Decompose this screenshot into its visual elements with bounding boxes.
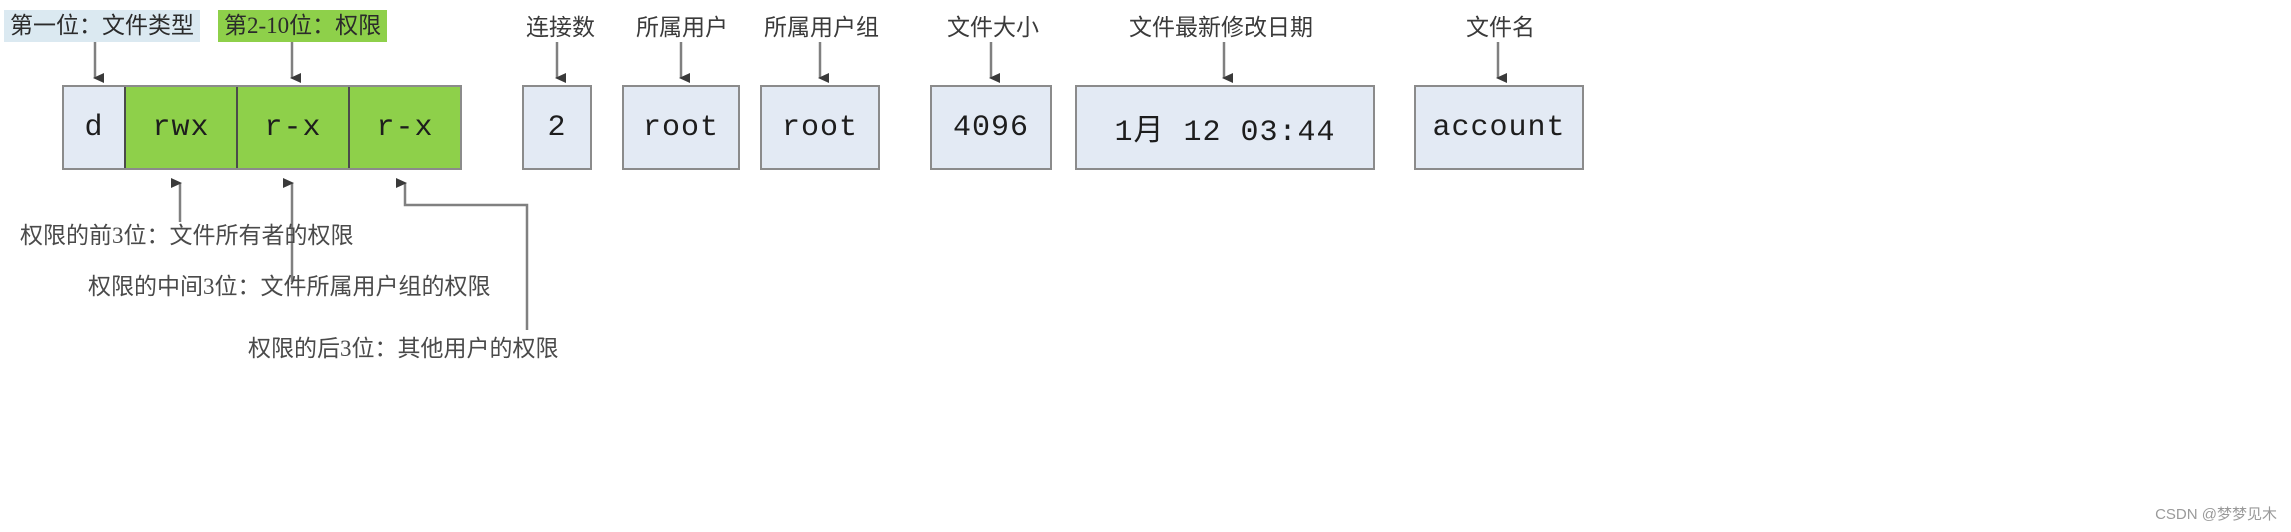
cell-file-type-char: d	[64, 87, 126, 168]
caption-file-name: 文件名	[1466, 15, 1535, 40]
cell-other-perms: r-x	[350, 87, 460, 168]
caption-modified-date: 文件最新修改日期	[1129, 15, 1313, 40]
caption-file-size: 文件大小	[947, 15, 1039, 40]
caption-link-count: 连接数	[526, 15, 595, 40]
box-modified-date: 1月 12 03:44	[1075, 85, 1375, 170]
label-permission-bits: 第2-10位：权限	[218, 10, 388, 42]
diagram-canvas: 第一位：文件类型 第2-10位：权限 连接数 所属用户 所属用户组 文件大小 文…	[0, 0, 2291, 532]
caption-owner-user: 所属用户	[636, 15, 728, 40]
note-other-permissions: 权限的后3位：其他用户的权限	[248, 336, 559, 361]
arrow-layer	[93, 42, 1507, 330]
permission-strip: d rwx r-x r-x	[62, 85, 462, 170]
label-file-type: 第一位：文件类型	[4, 10, 200, 42]
box-link-count: 2	[522, 85, 592, 170]
watermark: CSDN @梦梦见木	[2155, 506, 2277, 523]
cell-group-perms: r-x	[238, 87, 350, 168]
box-owner-group: root	[760, 85, 880, 170]
box-owner-user: root	[622, 85, 740, 170]
note-group-permissions: 权限的中间3位：文件所属用户组的权限	[88, 274, 491, 299]
caption-owner-group: 所属用户组	[764, 15, 879, 40]
box-file-name: account	[1414, 85, 1584, 170]
cell-owner-perms: rwx	[126, 87, 238, 168]
box-file-size: 4096	[930, 85, 1052, 170]
note-owner-permissions: 权限的前3位：文件所有者的权限	[20, 223, 354, 248]
